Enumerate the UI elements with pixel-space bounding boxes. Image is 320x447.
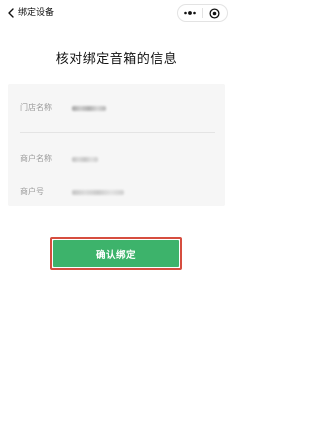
confirm-bind-label: 确认绑定 (53, 240, 179, 267)
more-button[interactable] (178, 5, 202, 21)
redacted-store-name (72, 105, 106, 111)
info-label-merchant-id: 商户号 (20, 187, 44, 196)
redacted-merchant-name (72, 156, 98, 162)
nav-title: 绑定设备 (18, 8, 55, 18)
back-button[interactable] (4, 5, 18, 21)
close-button[interactable] (203, 5, 227, 21)
close-circle-icon (209, 7, 221, 19)
info-row-merchant-id: 商户号 (20, 185, 124, 199)
confirm-bind-button[interactable]: 确认绑定 (50, 237, 182, 270)
card-divider (20, 132, 215, 133)
more-dots-icon (184, 11, 196, 15)
info-label-merchant: 商户名称 (20, 154, 52, 163)
navigation-bar: 绑定设备 (0, 0, 233, 26)
chevron-left-icon (8, 8, 14, 18)
info-card: 门店名称 商户名称 商户号 (8, 84, 225, 206)
redacted-merchant-id (72, 189, 124, 195)
info-row-merchant: 商户名称 (20, 152, 98, 166)
info-label-store: 门店名称 (20, 103, 52, 112)
mini-program-capsule (177, 4, 228, 22)
page-title: 核对绑定音箱的信息 (55, 52, 178, 67)
info-row-store: 门店名称 (20, 101, 106, 115)
